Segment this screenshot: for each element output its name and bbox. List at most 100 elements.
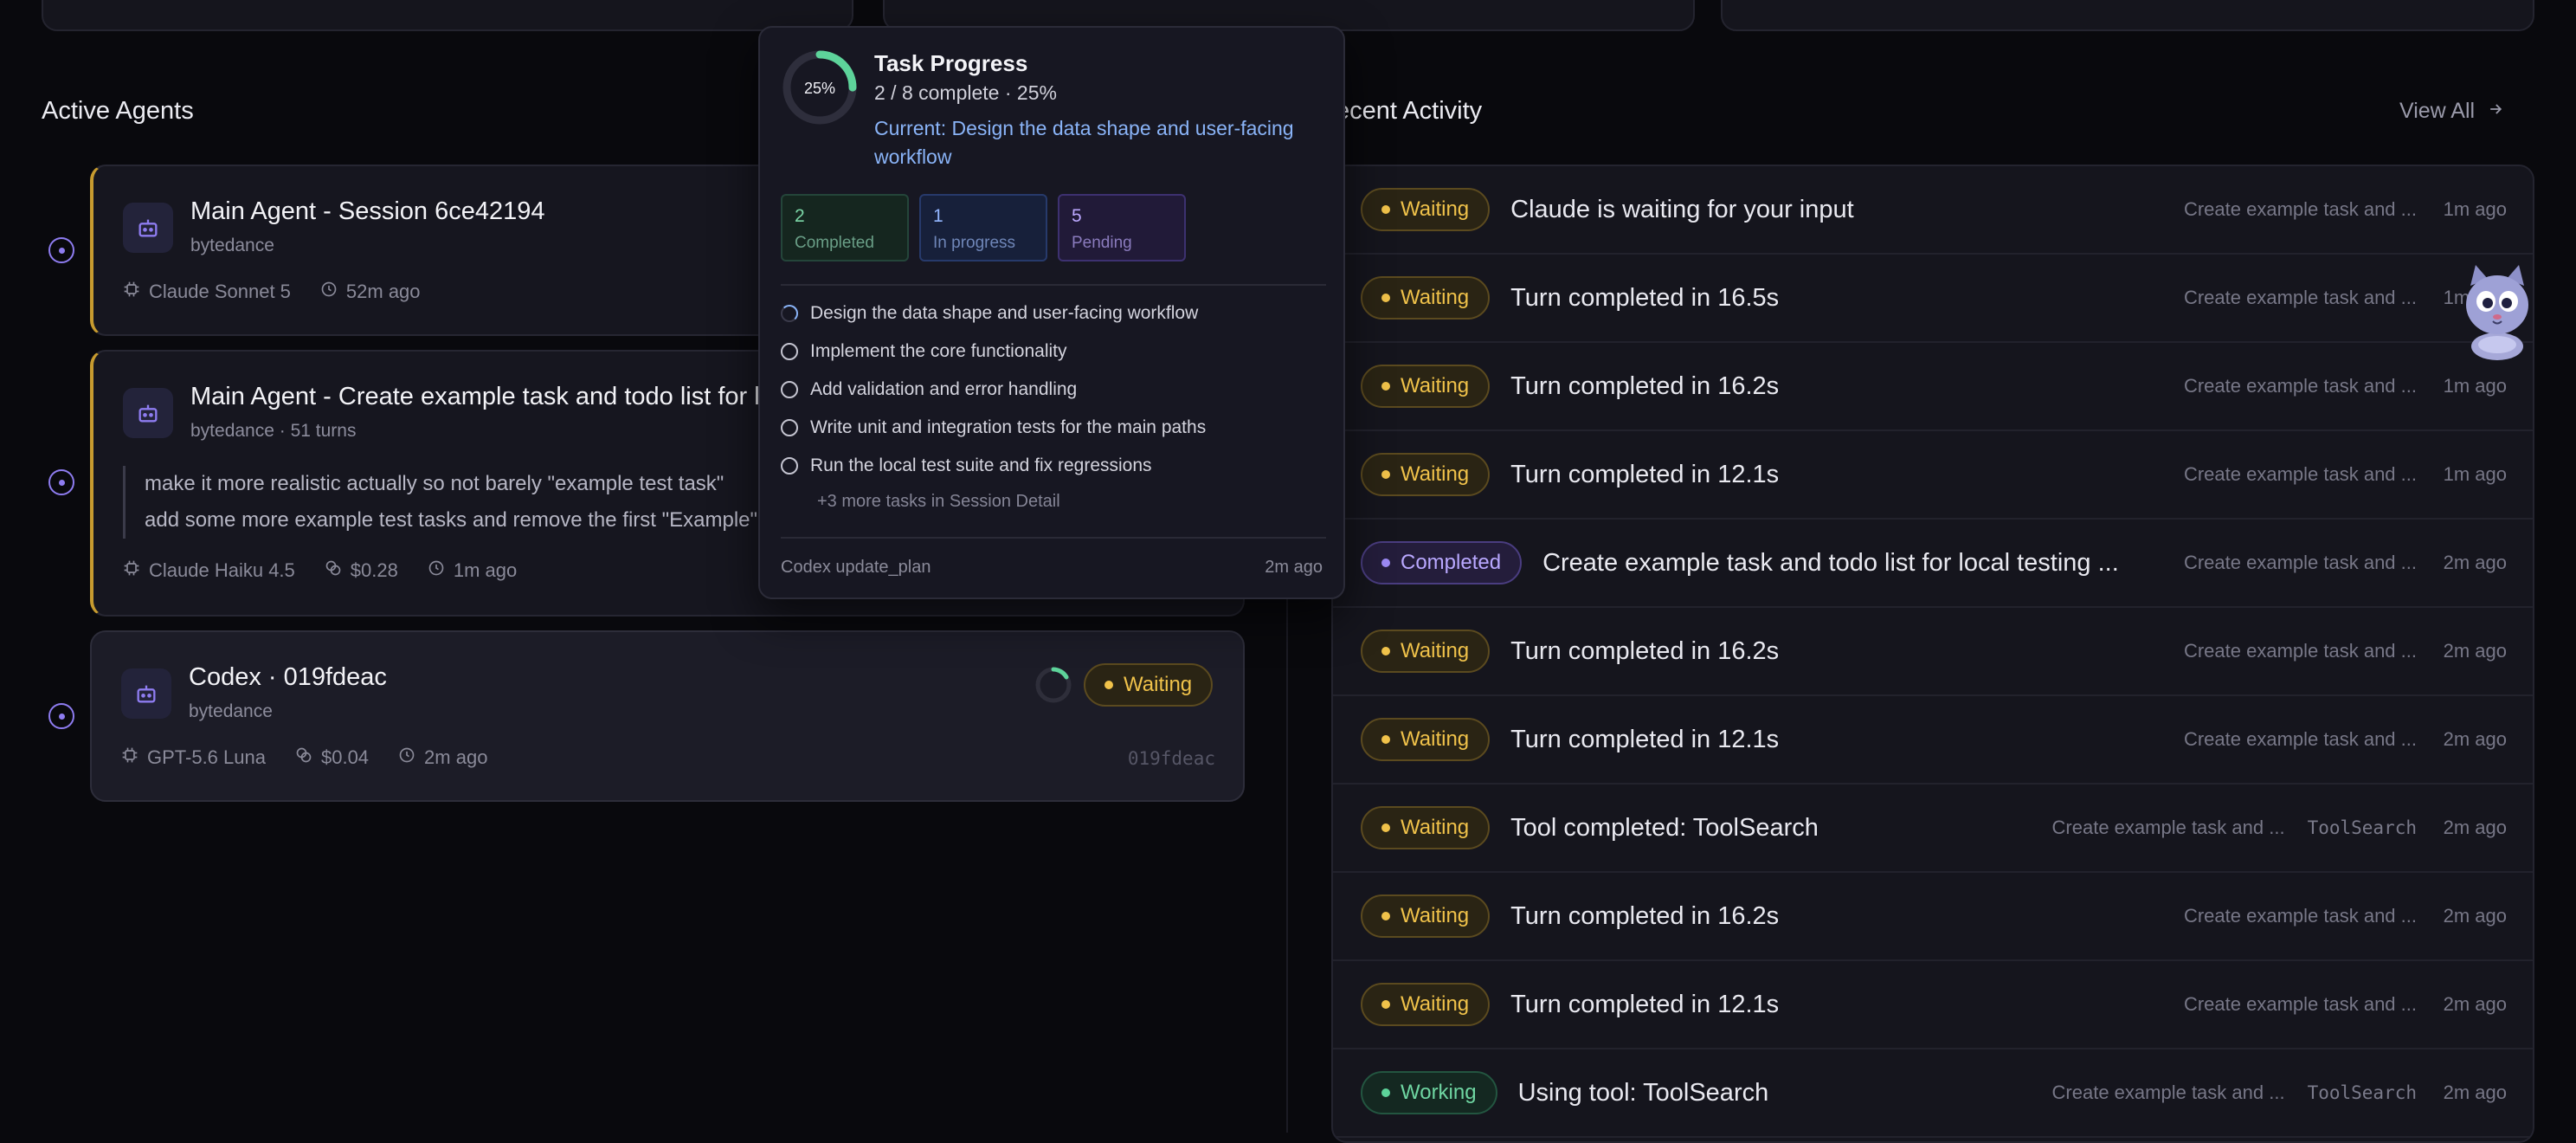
activity-message: Turn completed in 12.1s (1510, 725, 1780, 753)
divider (781, 537, 1326, 539)
activity-context: Create example task and ... (2183, 198, 2417, 220)
progress-spinner-icon (1034, 665, 1073, 709)
count-completed: 2 Completed (781, 194, 909, 262)
stat-card-3 (1721, 0, 2534, 31)
empty-circle-icon (781, 419, 798, 436)
robot-icon (121, 668, 171, 719)
task-progress-popover: 25% Task Progress 2 / 8 complete · 25% C… (758, 26, 1345, 599)
cat-mascot-icon[interactable] (2458, 260, 2536, 362)
activity-row[interactable]: Working Using tool: ToolSearch Create exam… (1333, 1049, 2533, 1138)
divider (781, 284, 1326, 286)
task-label: Design the data shape and user-facing wo… (810, 303, 1199, 323)
status-label: Waiting (1401, 992, 1470, 1016)
active-agents-heading: Active Agents (42, 97, 194, 125)
status-badge: Waiting (1361, 806, 1491, 849)
view-all-link[interactable]: View All (2399, 99, 2504, 124)
activity-message: Using tool: ToolSearch (1517, 1078, 1769, 1107)
count-in-progress: 1 In progress (919, 194, 1047, 262)
activity-row[interactable]: Waiting Turn completed in 12.1s Create exa… (1333, 696, 2533, 785)
count-value: 5 (1072, 206, 1082, 226)
agent-meta: GPT-5.6 Luna $0.04 2m ago (121, 746, 487, 769)
status-label: Working (1401, 1081, 1477, 1104)
timeline-dot-3 (48, 703, 74, 729)
activity-row[interactable]: Waiting Claude is waiting for your input C… (1333, 166, 2533, 255)
task-item: Add validation and error handling (781, 379, 1077, 400)
task-item: Implement the core functionality (781, 341, 1066, 362)
status-dot (1104, 681, 1113, 689)
status-badge: Waiting (1361, 365, 1491, 408)
status-badge: Waiting (1361, 718, 1491, 761)
activity-row[interactable]: Waiting Turn completed in 16.2s Create exa… (1333, 343, 2533, 431)
agent-subtitle: bytedance (190, 236, 274, 255)
activity-time: 1m ago (2443, 375, 2507, 397)
activity-context: Create example task and ... (2183, 728, 2417, 750)
popover-summary: 2 / 8 complete · 25% (874, 81, 1057, 104)
more-tasks-link[interactable]: +3 more tasks in Session Detail (817, 492, 1060, 512)
activity-row[interactable]: Waiting Turn completed in 12.1s Create exa… (1333, 431, 2533, 520)
empty-circle-icon (781, 457, 798, 475)
status-label: Waiting (1401, 639, 1470, 662)
activity-time: 2m ago (2443, 1082, 2507, 1103)
agent-meta: Claude Sonnet 5 52m ago (123, 281, 421, 303)
clock-icon (320, 281, 338, 303)
agent-card-codex[interactable]: Codex · 019fdeac bytedance Waiting GPT-5… (90, 630, 1245, 802)
cpu-icon (123, 559, 140, 582)
status-dot (1381, 912, 1390, 920)
activity-context: Create example task and ... (2051, 1082, 2285, 1103)
count-label: Pending (1072, 234, 1132, 252)
activity-row[interactable]: Completed Create example task and todo li… (1333, 520, 2533, 608)
activity-tool: ToolSearch (2307, 817, 2417, 838)
arrow-right-icon (2487, 99, 2504, 124)
status-dot (1381, 1088, 1390, 1097)
task-label: Implement the core functionality (810, 341, 1067, 361)
activity-context: Create example task and ... (2183, 287, 2417, 308)
robot-icon (123, 388, 173, 438)
activity-message: Create example task and todo list for lo… (1542, 548, 2119, 577)
status-label: Completed (1401, 551, 1502, 574)
clock-icon (428, 559, 445, 582)
task-item: Design the data shape and user-facing wo… (781, 303, 1198, 324)
activity-message: Claude is waiting for your input (1510, 195, 1854, 223)
activity-row[interactable]: Waiting Turn completed in 16.2s Create exa… (1333, 873, 2533, 961)
activity-row[interactable]: Waiting Turn completed in 16.5s Create exa… (1333, 255, 2533, 343)
timeline-dot-1 (48, 237, 74, 263)
status-badge: Waiting (1361, 453, 1491, 496)
agent-time: 1m ago (453, 559, 518, 581)
status-dot (1381, 735, 1390, 744)
activity-message: Tool completed: ToolSearch (1510, 813, 1819, 842)
current-task-link[interactable]: Current: Design the data shape and user-… (874, 114, 1324, 171)
robot-icon (123, 203, 173, 253)
status-dot (1381, 382, 1390, 391)
activity-tool: ToolSearch (2307, 1082, 2417, 1103)
agent-subtitle: bytedance · 51 turns (190, 421, 357, 441)
status-dot (1381, 823, 1390, 832)
activity-context: Create example task and ... (2183, 640, 2417, 662)
activity-row[interactable]: Waiting Turn completed in 12.1s Create exa… (1333, 961, 2533, 1049)
status-label: Waiting (1124, 673, 1193, 696)
status-badge: Waiting (1361, 630, 1491, 673)
empty-circle-icon (781, 381, 798, 398)
activity-row[interactable]: Waiting Turn completed in 16.2s Create exa… (1333, 608, 2533, 696)
activity-time: 2m ago (2443, 640, 2507, 662)
status-label: Waiting (1401, 727, 1470, 751)
activity-time: 2m ago (2443, 905, 2507, 927)
status-label: Waiting (1401, 286, 1470, 309)
status-label: Waiting (1401, 904, 1470, 927)
session-hash: 019fdeac (1127, 748, 1215, 769)
progress-ring: 25% (782, 50, 857, 125)
activity-time: 2m ago (2443, 817, 2507, 838)
status-badge: Waiting (1361, 276, 1491, 320)
status-badge: Waiting (1361, 894, 1491, 938)
activity-list: Waiting Claude is waiting for your input C… (1331, 165, 2534, 1143)
status-label: Waiting (1401, 462, 1470, 486)
count-label: In progress (933, 234, 1016, 252)
agent-subtitle: bytedance (189, 701, 273, 721)
count-value: 2 (795, 206, 805, 226)
status-dot (1381, 294, 1390, 302)
status-dot (1381, 205, 1390, 214)
coins-icon (295, 746, 312, 769)
popover-time: 2m ago (1265, 558, 1323, 577)
activity-message: Turn completed in 16.2s (1510, 371, 1780, 400)
agent-meta: Claude Haiku 4.5 $0.28 1m ago (123, 559, 517, 582)
activity-row[interactable]: Waiting Tool completed: ToolSearch Create … (1333, 785, 2533, 873)
